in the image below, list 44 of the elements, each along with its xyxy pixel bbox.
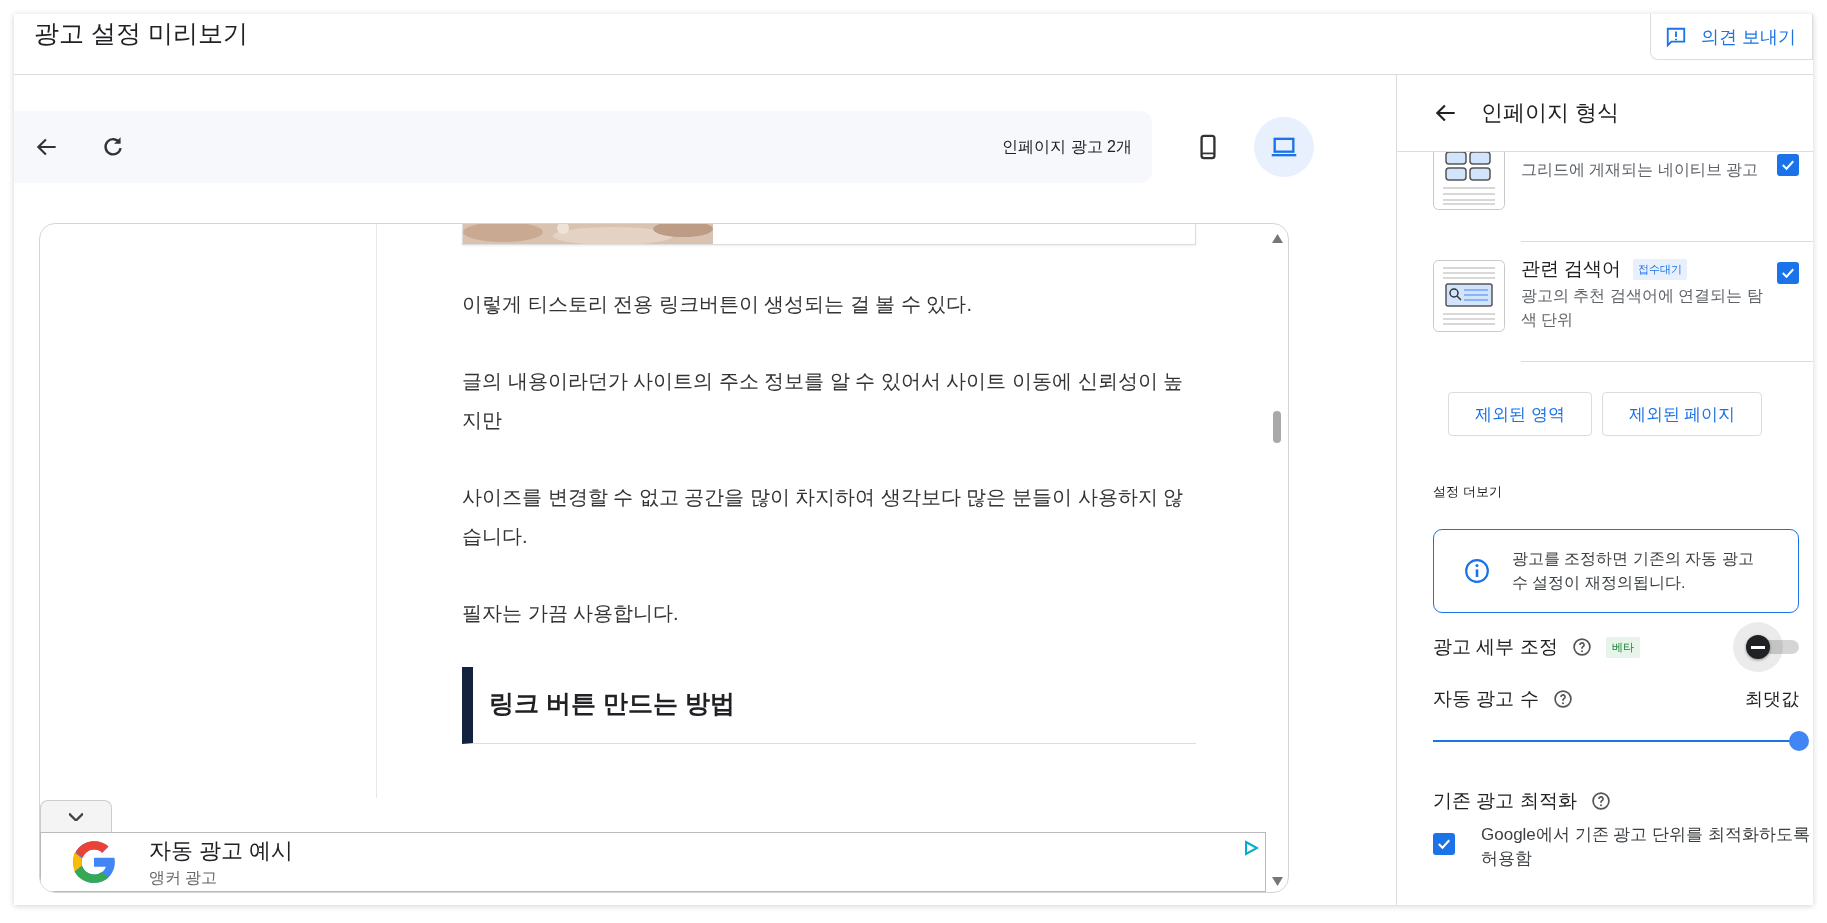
checkbox-label: Google에서 기존 광고 단위를 최적화하도록 허용함 — [1481, 824, 1811, 870]
setting-label: 광고 세부 조정 — [1433, 635, 1558, 659]
ad-subtitle: 앵커 광고 — [149, 867, 219, 888]
status-badge: 접수대기 — [1633, 258, 1688, 280]
setting-label: 자동 광고 수 — [1433, 687, 1539, 711]
format-description: 광고의 추천 검색어에 연결되는 탐색 단위 — [1521, 286, 1764, 330]
article-paragraph: 필자는 가끔 사용합니다. — [462, 601, 680, 626]
toggle-switch[interactable] — [1733, 622, 1799, 672]
feedback-button[interactable]: 의견 보내기 — [1650, 14, 1813, 60]
article-paragraph: 이렇게 티스토리 전용 링크버튼이 생성되는 걸 볼 수 있다. — [462, 292, 973, 317]
format-name: 관련 검색어 — [1521, 257, 1622, 281]
notice-text: 광고를 조정하면 기존의 자동 광고 수 설정이 재정의됩니다. — [1512, 549, 1755, 593]
format-description: 그리드에 게재되는 네이티브 광고 — [1521, 160, 1760, 180]
help-icon[interactable] — [1552, 689, 1573, 709]
format-checkbox[interactable] — [1777, 154, 1799, 176]
ad-count-label: 인페이지 광고 2개 — [1002, 136, 1132, 157]
exclusion-button[interactable]: 제외된 영역 — [1448, 392, 1592, 436]
scroll-down-icon[interactable] — [1271, 877, 1283, 886]
adchoices-icon[interactable] — [1243, 840, 1259, 856]
scroll-up-icon[interactable] — [1271, 234, 1283, 243]
article-heading: 링크 버튼 만드는 방법 — [462, 667, 1196, 744]
format-checkbox[interactable] — [1777, 262, 1799, 284]
page-title: 광고 설정 미리보기 — [33, 18, 248, 48]
section-heading: 설정 더보기 — [1433, 483, 1503, 501]
slider-reading: 최댓값 — [1745, 688, 1799, 711]
grid-ad-thumbnail-icon — [1433, 152, 1505, 210]
search-ad-thumbnail-icon — [1433, 260, 1505, 332]
anchor-ad[interactable]: 자동 광고 예시 앵커 광고 — [40, 832, 1266, 892]
setting-label: 기존 광고 최적화 — [1433, 789, 1577, 813]
collapse-tab[interactable] — [40, 800, 112, 832]
beta-badge: 베타 — [1605, 636, 1640, 658]
feedback-icon — [1665, 25, 1687, 48]
help-icon[interactable] — [1571, 637, 1592, 657]
ad-title: 자동 광고 예시 — [149, 836, 294, 865]
ad-count-slider[interactable] — [1433, 729, 1809, 753]
article-paragraph: 글의 내용이라던가 사이트의 주소 정보를 알 수 있어서 사이트 이동에 신뢰성이 높지만 — [462, 369, 1185, 433]
article-paragraph: 사이즈를 변경할 수 없고 공간을 많이 차지하여 생각보다 많은 분들이 사용하지 않습니다. — [462, 485, 1185, 549]
panel-title: 인페이지 형식 — [1481, 99, 1620, 127]
optimization-checkbox[interactable] — [1433, 833, 1455, 855]
chevron-down-icon — [69, 812, 83, 821]
help-icon[interactable] — [1590, 791, 1611, 811]
exclusion-button[interactable]: 제외된 페이지 — [1601, 392, 1763, 436]
info-icon — [1464, 558, 1490, 584]
scrollbar-thumb[interactable] — [1273, 411, 1281, 443]
